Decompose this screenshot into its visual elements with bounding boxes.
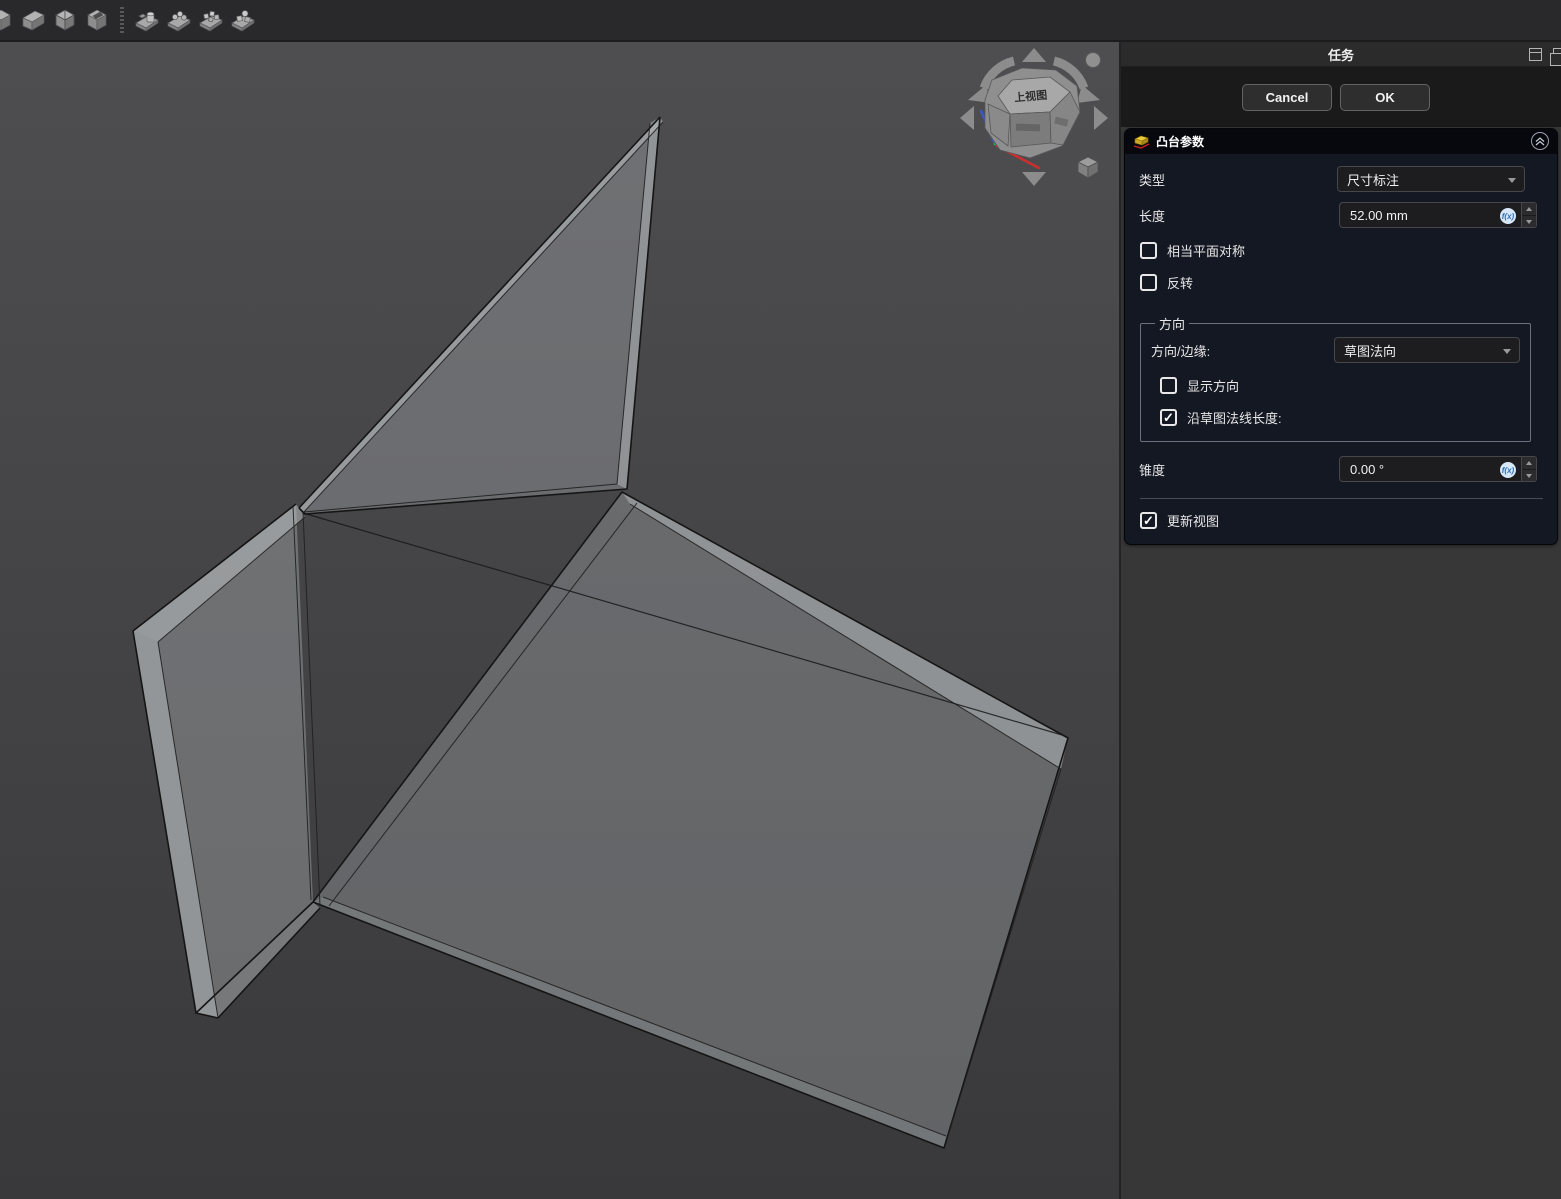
taper-label: 锥度 bbox=[1139, 460, 1339, 479]
toolbar-box-solid-icon[interactable] bbox=[0, 5, 16, 35]
toolbar-separator bbox=[120, 7, 124, 33]
divider bbox=[1140, 498, 1543, 499]
length-input[interactable]: 52.00 mm f(x) bbox=[1339, 202, 1522, 228]
toolbar-cubes-degrade-icon[interactable] bbox=[196, 5, 226, 35]
collapse-card-button[interactable] bbox=[1531, 132, 1549, 150]
nav-sphere-button bbox=[1086, 53, 1101, 68]
type-select-value: 尺寸标注 bbox=[1347, 170, 1399, 189]
task-panel-titlebar: 任务 bbox=[1121, 42, 1561, 67]
expression-fx-icon[interactable]: f(x) bbox=[1500, 462, 1516, 478]
reversed-checkbox-label: 反转 bbox=[1167, 273, 1193, 292]
expression-fx-icon[interactable]: f(x) bbox=[1500, 208, 1516, 224]
symmetric-checkbox[interactable] bbox=[1140, 242, 1157, 259]
task-panel-content: 凸台参数 类型 尺寸标注 长度 bbox=[1121, 127, 1561, 1198]
toolbar-spheres-degrade-icon[interactable] bbox=[164, 5, 194, 35]
direction-group-title: 方向 bbox=[1155, 314, 1189, 333]
taper-spin-down[interactable] bbox=[1522, 470, 1536, 482]
reversed-checkbox[interactable] bbox=[1140, 274, 1157, 291]
toolbar-mixed-degrade-icon[interactable] bbox=[228, 5, 258, 35]
pad-parameters-header[interactable]: 凸台参数 bbox=[1125, 129, 1557, 154]
update-view-checkbox[interactable] bbox=[1140, 512, 1157, 529]
length-value: 52.00 mm bbox=[1350, 208, 1408, 223]
task-panel-title: 任务 bbox=[1328, 45, 1354, 64]
taper-value: 0.00 ° bbox=[1350, 462, 1384, 477]
toolbar-shapebuilder-icon[interactable] bbox=[132, 5, 162, 35]
direction-groupbox: 方向 方向/边缘: 草图法向 显示方向 沿草图法线长度: bbox=[1140, 314, 1531, 442]
direction-edge-label: 方向/边缘: bbox=[1151, 341, 1334, 360]
toolbar bbox=[0, 0, 1561, 42]
symmetric-checkbox-label: 相当平面对称 bbox=[1167, 241, 1245, 260]
3d-viewport[interactable]: 上视图 bbox=[0, 0, 1119, 1199]
show-direction-checkbox[interactable] bbox=[1160, 377, 1177, 394]
toolbar-cube-draft-icon[interactable] bbox=[50, 5, 80, 35]
along-sketch-normal-label: 沿草图法线长度: bbox=[1187, 408, 1282, 427]
taper-spin-up[interactable] bbox=[1522, 457, 1536, 470]
toolbar-shell-thickness-icon[interactable] bbox=[82, 5, 112, 35]
cancel-button[interactable]: Cancel bbox=[1242, 84, 1332, 111]
type-select[interactable]: 尺寸标注 bbox=[1337, 166, 1525, 192]
length-spin-down[interactable] bbox=[1522, 216, 1536, 228]
length-spin-up[interactable] bbox=[1522, 203, 1536, 216]
panel-float-icon[interactable] bbox=[1553, 48, 1561, 61]
pad-parameters-body: 类型 尺寸标注 长度 52.00 mm f(x) bbox=[1125, 154, 1557, 544]
ok-button[interactable]: OK bbox=[1340, 84, 1430, 111]
length-label: 长度 bbox=[1139, 206, 1339, 225]
task-dialog-buttons: Cancel OK bbox=[1121, 67, 1561, 127]
direction-edge-value: 草图法向 bbox=[1344, 341, 1396, 360]
pad-icon bbox=[1133, 134, 1150, 150]
task-panel: 任务 Cancel OK 凸台参数 bbox=[1119, 42, 1561, 1199]
direction-edge-select[interactable]: 草图法向 bbox=[1334, 337, 1520, 363]
type-label: 类型 bbox=[1139, 170, 1337, 189]
show-direction-label: 显示方向 bbox=[1187, 376, 1239, 395]
update-view-label: 更新视图 bbox=[1167, 511, 1219, 530]
along-sketch-normal-checkbox[interactable] bbox=[1160, 409, 1177, 426]
toolbar-wedge-solid-icon[interactable] bbox=[18, 5, 48, 35]
taper-input[interactable]: 0.00 ° f(x) bbox=[1339, 456, 1522, 482]
pad-parameters-card: 凸台参数 类型 尺寸标注 长度 bbox=[1124, 128, 1558, 545]
panel-restore-icon[interactable] bbox=[1529, 48, 1542, 61]
pad-parameters-title: 凸台参数 bbox=[1156, 133, 1204, 150]
